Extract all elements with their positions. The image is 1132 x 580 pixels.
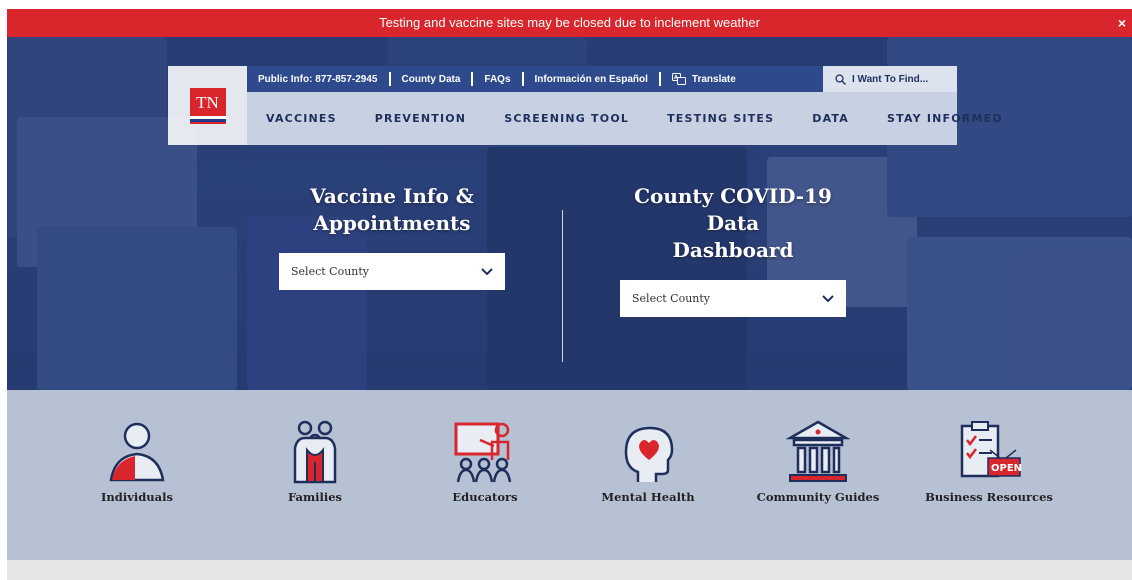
- footer-strip: [7, 560, 1132, 580]
- utility-nav: Public Info: 877-857-2945 County Data FA…: [247, 66, 957, 92]
- search-icon: [835, 73, 846, 85]
- category-label: Mental Health: [601, 490, 695, 504]
- faqs-link[interactable]: FAQs: [473, 74, 521, 85]
- teacher-icon: [454, 422, 512, 483]
- family-icon: [293, 420, 337, 484]
- category-label: Community Guides: [756, 490, 880, 504]
- search-placeholder: I Want To Find...: [852, 73, 929, 85]
- category-individuals[interactable]: Individuals: [62, 420, 212, 504]
- category-mental-health[interactable]: Mental Health: [573, 420, 723, 504]
- category-educators[interactable]: Educators: [410, 420, 560, 504]
- nav-data[interactable]: DATA: [793, 112, 868, 125]
- site-header: TN Public Info: 877-857-2945 County Data…: [168, 66, 1001, 145]
- category-community-guides[interactable]: Community Guides: [743, 420, 893, 504]
- nav-stay-informed[interactable]: STAY INFORMED: [868, 112, 1022, 125]
- hero-divider: [562, 210, 563, 362]
- category-label: Educators: [452, 490, 518, 504]
- county-dashboard-panel: County COVID-19 Data Dashboard Select Co…: [608, 183, 858, 317]
- clipboard-open-sign-icon: OPEN: [960, 421, 1022, 478]
- select-label: Select County: [632, 292, 710, 305]
- head-heart-icon: [624, 426, 674, 482]
- chevron-down-icon: [822, 294, 834, 302]
- category-label: Families: [287, 490, 343, 504]
- government-building-icon: [786, 420, 850, 482]
- translate-button[interactable]: A Translate: [661, 73, 747, 85]
- vaccine-info-panel: Vaccine Info & Appointments Select Count…: [267, 183, 517, 290]
- alert-text: Testing and vaccine sites may be closed …: [379, 15, 760, 30]
- category-business-resources[interactable]: OPEN Business Resources: [914, 420, 1064, 504]
- category-band: Individuals Families Educators Mental He…: [7, 390, 1132, 560]
- translate-label: Translate: [691, 73, 736, 85]
- logo-container[interactable]: TN: [168, 66, 247, 145]
- vaccine-title-line1: Vaccine Info &: [310, 184, 474, 208]
- vaccine-county-select[interactable]: Select County: [279, 253, 505, 290]
- select-label: Select County: [291, 265, 369, 278]
- tn-logo[interactable]: TN: [189, 87, 226, 124]
- dashboard-title-line1: County COVID-19 Data: [634, 184, 832, 235]
- dashboard-title-line2: Dashboard: [672, 238, 794, 262]
- close-icon[interactable]: ×: [1118, 9, 1126, 37]
- vaccine-info-title: Vaccine Info & Appointments: [267, 183, 517, 237]
- main-nav: VACCINES PREVENTION SCREENING TOOL TESTI…: [247, 92, 1001, 145]
- public-info-link[interactable]: Public Info: 877-857-2945: [247, 74, 389, 85]
- svg-text:OPEN: OPEN: [991, 463, 1022, 474]
- espanol-link[interactable]: Información en Español: [524, 74, 659, 85]
- county-data-link[interactable]: County Data: [391, 74, 472, 85]
- nav-vaccines[interactable]: VACCINES: [247, 112, 356, 125]
- nav-prevention[interactable]: PREVENTION: [356, 112, 485, 125]
- nav-testing-sites[interactable]: TESTING SITES: [648, 112, 793, 125]
- alert-banner: Testing and vaccine sites may be closed …: [7, 9, 1132, 37]
- search-input[interactable]: I Want To Find...: [823, 66, 957, 92]
- dashboard-county-select[interactable]: Select County: [620, 280, 846, 317]
- category-label: Business Resources: [925, 490, 1053, 504]
- translate-icon: A: [671, 73, 686, 85]
- svg-text:A: A: [674, 75, 678, 81]
- person-icon: [109, 422, 165, 482]
- category-families[interactable]: Families: [240, 420, 390, 504]
- nav-screening-tool[interactable]: SCREENING TOOL: [485, 112, 648, 125]
- category-label: Individuals: [101, 490, 173, 504]
- chevron-down-icon: [481, 267, 493, 275]
- dashboard-title: County COVID-19 Data Dashboard: [608, 183, 858, 264]
- vaccine-title-line2: Appointments: [313, 211, 471, 235]
